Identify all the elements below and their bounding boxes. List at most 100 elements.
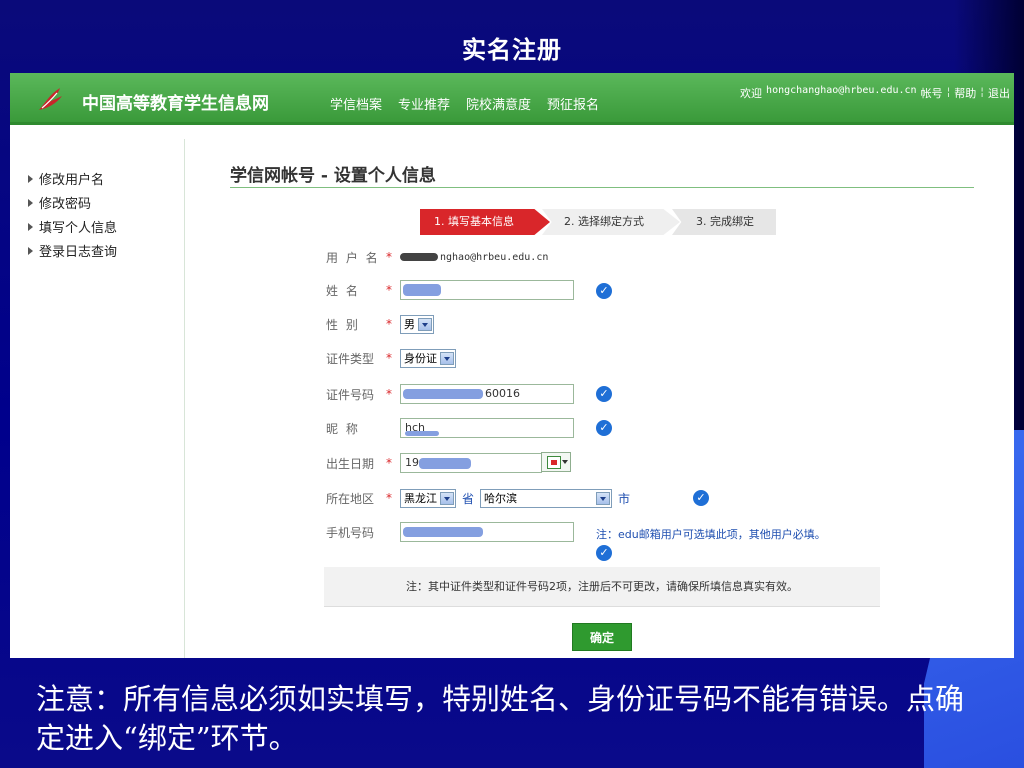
row-phone: 手机号码 xyxy=(326,521,574,543)
chevron-down-icon xyxy=(418,317,432,331)
required-mark: * xyxy=(386,283,392,297)
link-help[interactable]: 帮助 xyxy=(954,85,976,101)
phone-note: 注：edu邮箱用户可选填此项，其他用户必填。 xyxy=(596,528,826,541)
row-name: 姓 名 * xyxy=(326,279,574,301)
birth-label: 出生日期 xyxy=(326,456,375,471)
slide-caption: 注意：所有信息必须如实填写，特别姓名、身份证号码不能有错误。点确定进入“绑定”环… xyxy=(36,682,965,755)
triangle-right-icon xyxy=(28,175,33,183)
main-nav: 学信档案 专业推荐 院校满意度 预征报名 xyxy=(330,94,599,113)
user-email: hongchanghao@hrbeu.edu.cn xyxy=(766,85,917,96)
phone-label: 手机号码 xyxy=(326,525,375,540)
site-name[interactable]: 中国高等教育学生信息网 xyxy=(82,89,269,114)
sidebar: 修改用户名 修改密码 填写个人信息 登录日志查询 xyxy=(10,139,185,658)
idtype-select[interactable]: 身份证 xyxy=(400,348,456,368)
nickname-label: 昵 称 xyxy=(326,421,360,436)
phone-input[interactable] xyxy=(400,522,574,542)
sidebar-item-label: 修改密码 xyxy=(39,197,92,212)
check-circle-icon: ✓ xyxy=(596,420,612,436)
birthdate-input[interactable]: 19 xyxy=(400,453,542,473)
step-1-active: 1. 填写基本信息 xyxy=(420,209,550,235)
row-nickname: 昵 称 hch xyxy=(326,417,574,439)
step-2: 2. 选择绑定方式 xyxy=(542,209,680,235)
gender-select[interactable]: 男 xyxy=(400,314,434,334)
chevron-down-icon xyxy=(440,351,454,365)
confirm-button[interactable]: 确定 xyxy=(572,623,632,651)
nav-item-archive[interactable]: 学信档案 xyxy=(330,94,382,113)
step-indicator: 1. 填写基本信息 2. 选择绑定方式 3. 完成绑定 xyxy=(420,209,776,235)
nav-item-major-recommend[interactable]: 专业推荐 xyxy=(398,94,450,113)
row-region: 所在地区 * 黑龙江 省 哈尔滨 市 xyxy=(326,487,636,509)
sidebar-item-login-log[interactable]: 登录日志查询 xyxy=(28,241,117,260)
slide-title: 实名注册 xyxy=(462,35,562,64)
region-label: 所在地区 xyxy=(326,491,375,506)
welcome-text: 欢迎 xyxy=(740,87,763,100)
row-username: 用 户 名 * nghao@hrbeu.edu.cn xyxy=(326,246,548,268)
check-circle-icon: ✓ xyxy=(596,545,612,561)
redaction-scribble xyxy=(403,389,483,399)
nav-item-satisfaction[interactable]: 院校满意度 xyxy=(466,94,531,113)
required-mark: * xyxy=(386,351,392,365)
gender-select-value: 男 xyxy=(404,318,415,331)
province-select-value: 黑龙江 xyxy=(404,492,437,505)
redaction-scribble xyxy=(419,458,471,469)
sidebar-item-personal-info[interactable]: 填写个人信息 xyxy=(28,217,117,236)
required-mark: * xyxy=(386,250,392,264)
check-circle-icon: ✓ xyxy=(596,283,612,299)
check-circle-icon: ✓ xyxy=(596,386,612,402)
sidebar-item-change-password[interactable]: 修改密码 xyxy=(28,193,91,212)
link-logout[interactable]: 退出 xyxy=(988,85,1010,101)
redaction-scribble xyxy=(405,431,439,436)
username-label: 用 户 名 xyxy=(326,250,380,265)
required-mark: * xyxy=(386,456,392,470)
red-bird-logo-icon xyxy=(39,88,62,110)
separator: ¦ xyxy=(980,85,984,98)
required-mark: * xyxy=(386,491,392,505)
triangle-right-icon xyxy=(28,199,33,207)
divider xyxy=(230,187,974,188)
redaction-scribble xyxy=(403,527,483,537)
calendar-icon[interactable] xyxy=(541,452,571,472)
row-birthdate: 出生日期 * 19 xyxy=(326,452,542,474)
username-value: nghao@hrbeu.edu.cn xyxy=(400,252,548,263)
name-input[interactable] xyxy=(400,280,574,300)
idnumber-input-value: 60016 xyxy=(485,387,520,400)
step-3: 3. 完成绑定 xyxy=(672,209,776,235)
site-header: 中国高等教育学生信息网 学信档案 专业推荐 院校满意度 预征报名 欢迎 hong… xyxy=(10,73,1014,125)
calendar-grid xyxy=(547,456,561,469)
chevron-down-icon xyxy=(596,491,611,505)
triangle-right-icon xyxy=(28,223,33,231)
required-mark: * xyxy=(386,317,392,331)
sidebar-item-label: 填写个人信息 xyxy=(39,221,118,236)
notice-bar: 注：其中证件类型和证件号码2项，注册后不可更改，请确保所填信息真实有效。 xyxy=(324,567,880,607)
province-suffix: 省 xyxy=(462,491,475,506)
link-account[interactable]: 帐号 xyxy=(921,85,943,101)
chevron-down-icon xyxy=(440,491,454,505)
city-select[interactable]: 哈尔滨 xyxy=(480,488,613,508)
name-label: 姓 名 xyxy=(326,283,360,298)
chevron-down-icon xyxy=(562,460,568,464)
nickname-input[interactable]: hch xyxy=(400,418,574,438)
province-select[interactable]: 黑龙江 xyxy=(400,488,456,508)
required-mark: * xyxy=(386,387,392,401)
username-value-text: nghao@hrbeu.edu.cn xyxy=(440,251,549,263)
birthdate-input-value: 19 xyxy=(405,456,419,469)
idtype-label: 证件类型 xyxy=(326,351,375,366)
sidebar-item-label: 修改用户名 xyxy=(39,173,105,188)
triangle-right-icon xyxy=(28,247,33,255)
nav-item-pre-enlist[interactable]: 预征报名 xyxy=(547,94,599,113)
separator: ¦ xyxy=(946,85,951,98)
idnum-label: 证件号码 xyxy=(326,387,375,402)
row-idtype: 证件类型 * 身份证 xyxy=(326,347,456,369)
city-select-value: 哈尔滨 xyxy=(484,492,518,505)
screenshot-panel: 中国高等教育学生信息网 学信档案 专业推荐 院校满意度 预征报名 欢迎 hong… xyxy=(10,73,1014,658)
sidebar-item-change-username[interactable]: 修改用户名 xyxy=(28,169,104,188)
row-idnumber: 证件号码 * 60016 xyxy=(326,383,574,405)
gender-label: 性 别 xyxy=(326,317,360,332)
sidebar-item-label: 登录日志查询 xyxy=(39,245,118,260)
check-circle-icon: ✓ xyxy=(693,490,709,506)
page-title: 学信网帐号 - 设置个人信息 xyxy=(230,166,436,186)
idnumber-input[interactable]: 60016 xyxy=(400,384,574,404)
redaction-scribble xyxy=(400,252,438,261)
row-gender: 性 别 * 男 xyxy=(326,313,434,335)
redaction-scribble xyxy=(403,284,441,296)
